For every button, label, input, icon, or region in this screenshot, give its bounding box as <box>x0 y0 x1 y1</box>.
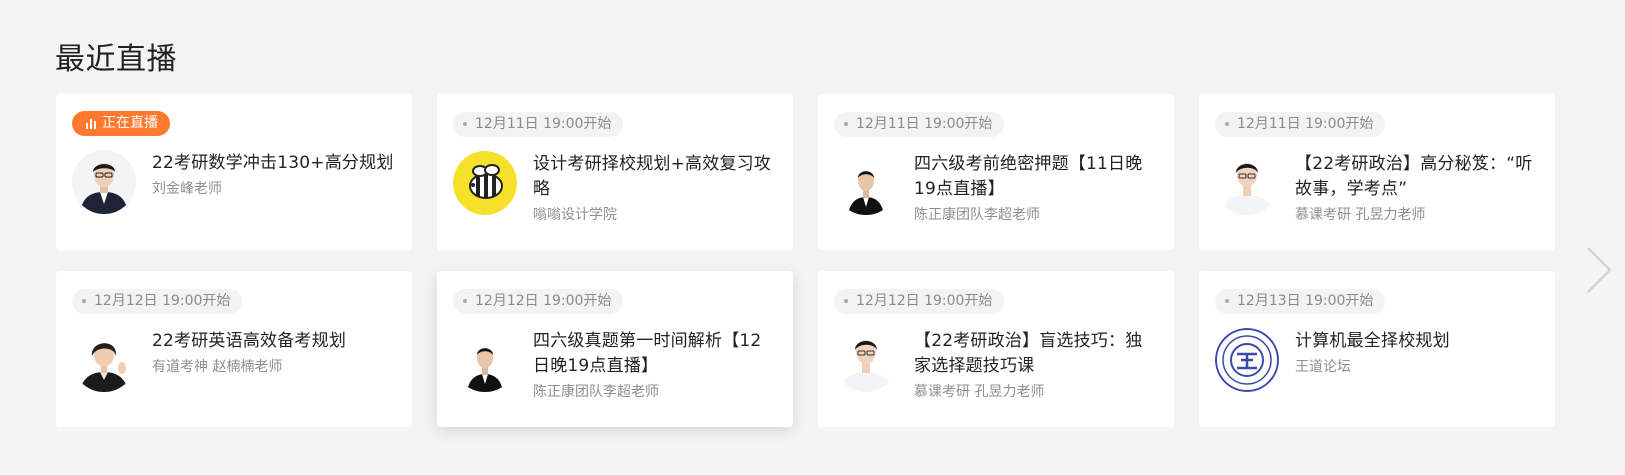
start-time-badge: 12月12日 19:00开始 <box>834 288 1005 314</box>
dot-icon <box>1225 299 1229 303</box>
card-subtitle: 刘金峰老师 <box>152 181 222 197</box>
card-title: 四六级考前绝密押题【11日晚19点直播】 <box>914 153 1143 199</box>
dot-icon <box>463 299 467 303</box>
start-time-badge: 12月12日 19:00开始 <box>453 288 624 314</box>
start-time-badge: 12月12日 19:00开始 <box>72 288 243 314</box>
live-badge-label: 正在直播 <box>102 115 158 131</box>
live-card[interactable]: 12月11日 19:00开始 四六级考前绝密押题【11日晚19点直播】 陈正康团… <box>818 94 1174 250</box>
start-time-label: 12月12日 19:00开始 <box>94 292 231 309</box>
live-card[interactable]: 12月11日 19:00开始 设计考研择校规划+高效复习攻略 嗡嗡设计学院 <box>437 94 793 250</box>
card-title: 四六级真题第一时间解析【12日晚19点直播】 <box>533 330 762 376</box>
dot-icon <box>1225 122 1229 126</box>
teacher-avatar <box>453 327 517 392</box>
live-card[interactable]: 12月11日 19:00开始 【22考研政治】高分秘笈：“听故事，学考点” 慕课… <box>1199 94 1555 250</box>
dot-icon <box>844 122 848 126</box>
card-title: 22考研英语高效备考规划 <box>152 330 347 351</box>
card-title: 22考研数学冲击130+高分规划 <box>152 153 394 173</box>
start-time-label: 12月13日 19:00开始 <box>1237 292 1374 309</box>
start-time-badge: 12月13日 19:00开始 <box>1215 288 1386 314</box>
bee-logo <box>453 150 517 215</box>
section-title: 最近直播 <box>55 42 177 77</box>
card-subtitle: 陈正康团队李超老师 <box>914 206 1040 223</box>
live-grid: 正在直播 22考研数学冲击130+高分规划 刘金峰老师 12月11日 19:00… <box>56 94 1556 427</box>
card-title: 设计考研择校规划+高效复习攻略 <box>533 153 772 199</box>
live-card[interactable]: 12月12日 19:00开始 22考研英语高效备考规划 有道考神 赵楠楠老师 <box>56 271 412 427</box>
start-time-badge: 12月11日 19:00开始 <box>1215 111 1386 137</box>
card-subtitle: 有道考神 赵楠楠老师 <box>152 358 283 375</box>
start-time-badge: 12月11日 19:00开始 <box>453 111 624 137</box>
live-badge: 正在直播 <box>72 111 170 136</box>
teacher-avatar <box>72 327 136 392</box>
dot-icon <box>463 122 467 126</box>
start-time-label: 12月12日 19:00开始 <box>475 292 612 309</box>
teacher-avatar <box>72 150 136 214</box>
live-card[interactable]: 12月12日 19:00开始 【22考研政治】盲选技巧：独家选择题技巧课 慕课考… <box>818 271 1174 427</box>
card-title: 计算机最全择校规划 <box>1295 330 1450 351</box>
start-time-label: 12月11日 19:00开始 <box>856 115 993 132</box>
live-card[interactable]: 正在直播 22考研数学冲击130+高分规划 刘金峰老师 <box>56 94 412 250</box>
live-card[interactable]: 12月13日 19:00开始 计算机最全择校规划 王道论坛 <box>1199 271 1555 427</box>
card-title: 【22考研政治】高分秘笈：“听故事，学考点” <box>1295 153 1533 199</box>
start-time-badge: 12月11日 19:00开始 <box>834 111 1005 137</box>
card-subtitle: 陈正康团队李超老师 <box>533 383 659 400</box>
live-card[interactable]: 12月12日 19:00开始 四六级真题第一时间解析【12日晚19点直播】 陈正… <box>437 271 793 427</box>
start-time-label: 12月11日 19:00开始 <box>475 115 612 132</box>
dot-icon <box>844 299 848 303</box>
dot-icon <box>82 299 86 303</box>
card-subtitle: 嗡嗡设计学院 <box>533 206 617 223</box>
start-time-label: 12月12日 19:00开始 <box>856 292 993 309</box>
card-subtitle: 慕课考研 孔昱力老师 <box>1295 206 1426 223</box>
teacher-avatar <box>834 150 898 215</box>
live-bars-icon <box>86 118 98 129</box>
teacher-avatar <box>1215 150 1279 215</box>
card-title: 【22考研政治】盲选技巧：独家选择题技巧课 <box>914 330 1143 376</box>
start-time-label: 12月11日 19:00开始 <box>1237 115 1374 132</box>
chevron-right-icon[interactable] <box>1584 245 1614 295</box>
card-subtitle: 慕课考研 孔昱力老师 <box>914 383 1045 400</box>
teacher-avatar <box>834 327 898 392</box>
wangdao-logo <box>1215 327 1279 392</box>
card-subtitle: 王道论坛 <box>1295 358 1351 375</box>
